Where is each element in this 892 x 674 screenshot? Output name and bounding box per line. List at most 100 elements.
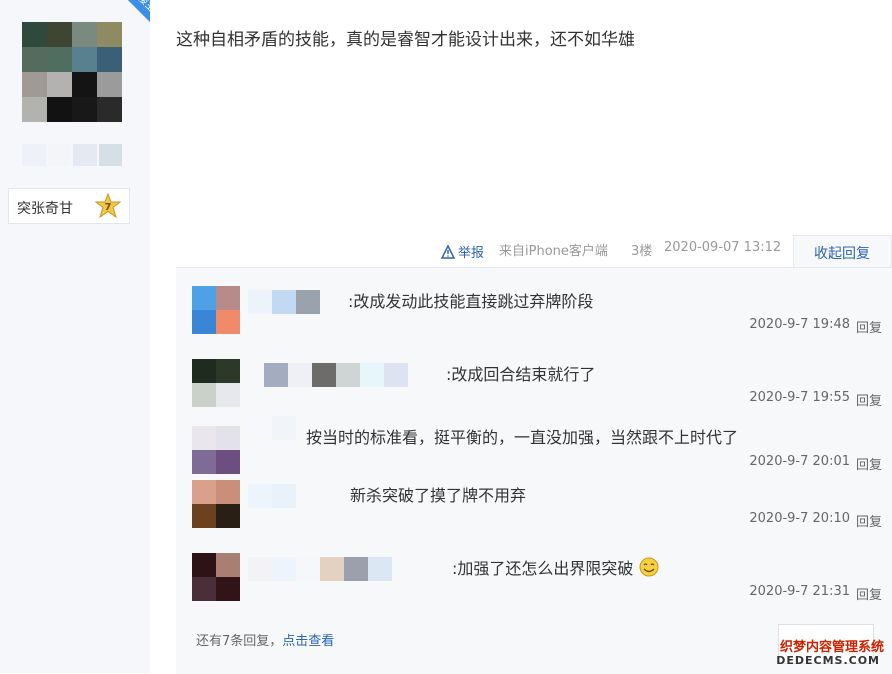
avatar-mosaic-cell — [216, 553, 240, 577]
reply-text: :改成回合结束就行了 — [446, 365, 596, 384]
avatar-mosaic-cell — [97, 97, 122, 122]
avatar-mosaic-cell — [47, 22, 72, 47]
reply-username-blurred[interactable] — [248, 416, 296, 440]
name-blur-block — [272, 416, 296, 440]
avatar-mosaic-cell — [192, 426, 216, 450]
op-badge-label: 楼主 — [117, 0, 150, 33]
avatar-mosaic-cell — [216, 310, 240, 334]
author-tag-label: 突张奇甘 — [17, 201, 73, 217]
name-blur-block — [320, 557, 344, 581]
smile-emoji-icon — [639, 557, 659, 577]
post-source: 来自iPhone客户端 — [499, 244, 608, 259]
avatar-mosaic-cell — [216, 450, 240, 474]
name-blur-block — [344, 557, 368, 581]
name-blur-block — [296, 557, 320, 581]
collapse-replies-label: 收起回复 — [814, 246, 870, 262]
collapse-replies-button[interactable]: 收起回复 — [793, 235, 892, 268]
avatar-mosaic-cell — [47, 97, 72, 122]
avatar-mosaic-cell — [22, 72, 47, 97]
name-blur-block — [248, 290, 272, 314]
name-blur-block — [248, 557, 272, 581]
name-blur-block — [272, 290, 296, 314]
name-blur-block — [336, 363, 360, 387]
reply-item: 新杀突破了摸了牌不用弃 2020-9-7 20:10 回复 — [192, 480, 882, 546]
site-watermark: 织梦内容管理系统 DEDECMS.COM — [776, 636, 892, 673]
op-corner-badge: 楼主 — [110, 0, 150, 40]
watermark-line1: 织梦内容管理系统 — [780, 640, 885, 655]
name-blur-block — [384, 363, 408, 387]
avatar-mosaic-cell — [216, 480, 240, 504]
name-blur-block — [248, 416, 272, 440]
avatar-mosaic-cell — [216, 383, 240, 407]
avatar-mosaic-cell — [192, 577, 216, 601]
post-content: 这种自相矛盾的技能，真的是睿智才能设计出来，还不如华雄 — [176, 30, 635, 50]
reply-button[interactable]: 回复 — [856, 511, 882, 530]
author-avatar[interactable] — [22, 22, 122, 122]
reply-time: 2020-9-7 20:01 — [749, 454, 850, 469]
avatar-mosaic-cell — [192, 553, 216, 577]
reply-username-blurred[interactable] — [264, 363, 408, 387]
reply-avatar[interactable] — [192, 480, 240, 528]
post-floor: 3楼 — [631, 244, 653, 259]
reply-time: 2020-9-7 19:48 — [749, 317, 850, 332]
warning-icon — [441, 244, 455, 259]
name-blur-block — [272, 484, 296, 508]
avatar-mosaic-cell — [192, 286, 216, 310]
reply-section: :改成发动此技能直接跳过弃牌阶段 2020-9-7 19:48 回复 :改成回合… — [176, 267, 892, 674]
avatar-mosaic-cell — [216, 426, 240, 450]
name-blur-block — [368, 557, 392, 581]
reply-text: 新杀突破了摸了牌不用弃 — [350, 486, 527, 505]
name-blur-block — [296, 290, 320, 314]
reply-avatar[interactable] — [192, 359, 240, 407]
reply-username-blurred[interactable] — [248, 484, 296, 508]
post-time: 2020-09-07 13:12 — [664, 240, 782, 255]
more-replies: 还有7条回复，点击查看 — [196, 630, 334, 649]
author-tag[interactable]: 突张奇甘 7 — [8, 188, 130, 224]
name-blur-block — [98, 144, 122, 166]
avatar-mosaic-cell — [72, 72, 97, 97]
name-blur-block — [264, 363, 288, 387]
reply-button[interactable]: 回复 — [856, 454, 882, 473]
avatar-mosaic-cell — [216, 286, 240, 310]
avatar-mosaic-cell — [192, 359, 216, 383]
reply-avatar[interactable] — [192, 426, 240, 474]
level-number: 7 — [105, 202, 112, 213]
name-blur-block — [360, 363, 384, 387]
avatar-mosaic-cell — [22, 22, 47, 47]
reply-time: 2020-9-7 19:55 — [749, 390, 850, 405]
avatar-mosaic-cell — [192, 504, 216, 528]
name-blur-block — [73, 144, 97, 166]
reply-avatar[interactable] — [192, 286, 240, 334]
avatar-mosaic-cell — [97, 72, 122, 97]
avatar-mosaic-cell — [192, 480, 216, 504]
reply-username-blurred[interactable] — [248, 290, 320, 314]
avatar-mosaic-cell — [72, 47, 97, 72]
name-blur-block — [288, 363, 312, 387]
reply-button[interactable]: 回复 — [856, 584, 882, 603]
reply-text: 按当时的标准看，挺平衡的，一直没加强，当然跟不上时代了 — [306, 428, 739, 447]
author-name-blurred[interactable] — [22, 144, 122, 166]
reply-time: 2020-9-7 21:31 — [749, 584, 850, 599]
name-blur-block — [248, 484, 272, 508]
report-label: 举报 — [458, 246, 485, 261]
name-blur-block — [22, 144, 46, 166]
reply-item: 按当时的标准看，挺平衡的，一直没加强，当然跟不上时代了 2020-9-7 20:… — [192, 412, 882, 478]
reply-button[interactable]: 回复 — [856, 317, 882, 336]
avatar-mosaic-cell — [47, 47, 72, 72]
reply-time: 2020-9-7 20:10 — [749, 511, 850, 526]
view-more-link[interactable]: 点击查看 — [282, 634, 334, 649]
avatar-mosaic-cell — [216, 577, 240, 601]
level-star-icon: 7 — [94, 192, 122, 219]
reply-avatar[interactable] — [192, 553, 240, 601]
reply-username-blurred[interactable] — [248, 557, 392, 581]
avatar-mosaic-cell — [22, 97, 47, 122]
name-blur-block — [47, 144, 71, 166]
avatar-mosaic-cell — [72, 22, 97, 47]
reply-text: :加强了还怎么出界限突破 — [452, 555, 659, 579]
avatar-mosaic-cell — [72, 97, 97, 122]
reply-button[interactable]: 回复 — [856, 390, 882, 409]
reply-item: :改成发动此技能直接跳过弃牌阶段 2020-9-7 19:48 回复 — [192, 286, 882, 352]
avatar-mosaic-cell — [97, 47, 122, 72]
report-link[interactable]: 举报 — [441, 242, 484, 261]
author-panel: 楼主 突张奇甘 7 — [0, 0, 150, 673]
